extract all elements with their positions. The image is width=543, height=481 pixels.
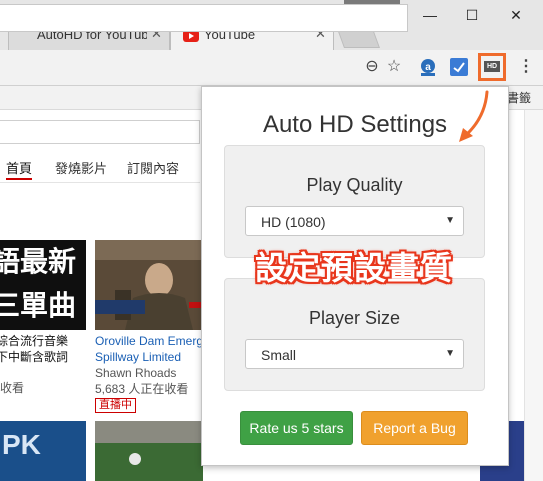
video-title[interactable]: Spillway Limited <box>95 349 181 365</box>
extension-check-icon[interactable] <box>450 58 468 76</box>
active-tab-indicator <box>6 178 32 180</box>
hd-icon: HD <box>484 61 500 72</box>
extension-a-icon[interactable]: a <box>419 58 437 76</box>
divider <box>0 182 200 183</box>
yt-tab-home[interactable]: 首頁 <box>6 158 32 177</box>
minimize-icon[interactable]: — <box>420 6 440 24</box>
address-bar[interactable] <box>0 4 408 32</box>
thumbnail-text: 語最新 <box>0 245 77 278</box>
video-title[interactable]: 綜合流行音樂 <box>0 333 68 349</box>
player-size-panel: Player Size Small ▼ <box>224 278 485 391</box>
zoom-icon[interactable]: ⊖ <box>362 57 382 77</box>
chrome-menu-icon[interactable]: ⋮ <box>516 57 536 77</box>
video-meta: 收看 <box>0 381 25 395</box>
video-thumbnail[interactable]: 語最新 三單曲 <box>0 240 86 330</box>
other-bookmarks-label[interactable]: 書籤 <box>507 89 531 106</box>
report-bug-button[interactable]: Report a Bug <box>361 411 468 445</box>
play-quality-label: Play Quality <box>306 175 403 195</box>
play-quality-panel: Play Quality HD (1080) ▼ <box>224 145 485 258</box>
selected-value: Small <box>261 347 297 363</box>
yt-tab-subscriptions[interactable]: 訂閱內容 <box>127 158 179 177</box>
dropdown-arrow-icon: ▼ <box>445 215 455 226</box>
viewer-count: 5,683 人正在收看 <box>95 382 189 396</box>
channel-name[interactable]: Shawn Rhoads <box>95 365 176 381</box>
svg-text:a: a <box>425 62 431 73</box>
bookmark-star-icon[interactable]: ☆ <box>384 57 404 77</box>
page-scrollbar[interactable] <box>524 110 543 481</box>
video-title[interactable]: Oroville Dam Emerg <box>95 333 203 349</box>
annotation-text: 設定預設畫質 <box>255 249 454 287</box>
player-size-select[interactable]: Small ▼ <box>245 339 464 369</box>
live-badge: 直播中 <box>95 398 136 413</box>
thumbnail-text: PK <box>2 429 41 460</box>
selected-value: HD (1080) <box>261 214 326 230</box>
maximize-icon[interactable]: ☐ <box>462 6 482 24</box>
dropdown-arrow-icon: ▼ <box>445 348 455 359</box>
player-size-label: Player Size <box>308 308 401 328</box>
video-thumbnail[interactable] <box>95 240 203 330</box>
video-thumbnail[interactable] <box>95 421 203 481</box>
baseball-thumbnail-image <box>95 421 203 481</box>
annotation-arrow-icon <box>459 90 489 142</box>
rate-us-button[interactable]: Rate us 5 stars <box>240 411 353 445</box>
play-quality-select[interactable]: HD (1080) ▼ <box>245 206 464 236</box>
video-title[interactable]: 下中斷含歌詞 <box>0 349 68 365</box>
youtube-search-input[interactable] <box>0 120 200 144</box>
close-window-icon[interactable]: ✕ <box>506 6 526 24</box>
auto-hd-extension-icon[interactable]: HD <box>478 53 506 81</box>
news-thumbnail-image <box>95 240 203 330</box>
thumbnail-text: 三單曲 <box>0 289 77 322</box>
yt-tab-trending[interactable]: 發燒影片 <box>55 158 107 177</box>
video-thumbnail[interactable]: PK <box>0 421 86 481</box>
